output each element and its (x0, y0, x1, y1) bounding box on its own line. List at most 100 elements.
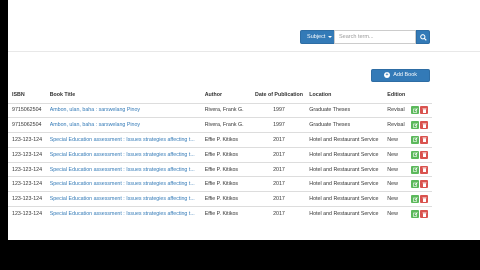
cell-date: 2017 (250, 176, 308, 192)
book-title-link[interactable]: Special Education assessment : Issues st… (50, 181, 201, 187)
add-book-button[interactable]: + Add Book (371, 69, 430, 82)
book-title-link[interactable]: Ambon, ulan, baha : sarswelang Pinoy (50, 122, 201, 128)
cell-actions (409, 146, 432, 163)
book-title-link[interactable]: Special Education assessment : Issues st… (50, 211, 201, 217)
caret-down-icon (327, 35, 332, 38)
cell-isbn: 123-123-124 (8, 161, 48, 177)
book-title-link[interactable]: Special Education assessment : Issues st… (50, 137, 201, 143)
delete-button[interactable] (420, 210, 429, 219)
cell-location: Hotel and Restaurant Service (307, 176, 386, 192)
cell-edition: New (385, 146, 410, 163)
book-title-link[interactable]: Special Education assessment : Issues st… (50, 152, 201, 158)
cell-title: Special Education assessment : Issues st… (47, 146, 203, 163)
edit-icon (412, 211, 418, 217)
cell-location: Hotel and Restaurant Service (307, 191, 386, 207)
cell-actions (409, 117, 432, 133)
table-row: 9715062504 Ambon, ulan, baha : sarswelang… (8, 102, 432, 118)
column-header-isbn: ISBN (8, 88, 48, 104)
delete-button[interactable] (420, 165, 429, 174)
cell-author: Effie P. Kitikos (202, 161, 251, 177)
trash-icon (422, 197, 427, 202)
edit-button[interactable] (411, 150, 420, 159)
delete-button[interactable] (420, 121, 429, 130)
table-row: 123-123-124 Special Education assessment … (8, 191, 432, 207)
cell-actions (409, 176, 432, 192)
cell-title: Special Education assessment : Issues st… (47, 132, 203, 148)
delete-button[interactable] (420, 150, 429, 159)
edit-button[interactable] (411, 180, 420, 189)
delete-button[interactable] (420, 106, 429, 115)
edit-button[interactable] (411, 165, 420, 174)
delete-button[interactable] (420, 195, 429, 204)
cell-edition: New (385, 206, 410, 222)
page: Subject + Add Book ISBN Book Title Autho… (8, 0, 480, 270)
trash-icon (422, 152, 427, 158)
cell-edition: Revisal (385, 102, 410, 118)
book-title-link[interactable]: Ambon, ulan, baha : sarswelang Pinoy (50, 107, 201, 113)
delete-button[interactable] (420, 180, 429, 189)
search-button[interactable] (416, 30, 430, 44)
cell-isbn: 123-123-124 (8, 206, 48, 222)
cell-edition: New (385, 132, 410, 148)
cell-author: Rivera, Frank G. (202, 102, 251, 118)
cell-title: Special Education assessment : Issues st… (47, 176, 203, 192)
cell-title: Special Education assessment : Issues st… (47, 206, 203, 222)
column-header-title: Book Title (47, 88, 203, 104)
edit-icon (412, 196, 418, 202)
search-input[interactable] (334, 30, 416, 44)
cell-isbn: 123-123-124 (8, 191, 48, 207)
cell-location: Graduate Theses (307, 102, 386, 118)
location-text: Graduate Theses (309, 107, 351, 114)
cell-actions (409, 191, 432, 207)
cell-location: Graduate Theses (307, 117, 386, 133)
edit-icon (412, 182, 418, 187)
cell-location: Hotel and Restaurant Service (307, 206, 386, 222)
cell-author: Effie P. Kitikos (202, 132, 251, 148)
cell-edition: New (385, 191, 410, 207)
author-text: Effie P. Kitikos (204, 196, 239, 203)
author-text: Effie P. Kitikos (204, 166, 239, 173)
cell-author: Effie P. Kitikos (202, 176, 251, 192)
main-content: Subject + Add Book ISBN Book Title Autho… (8, 0, 480, 240)
search-bar: Subject (8, 0, 480, 52)
column-header-edition: Edition (385, 88, 410, 104)
cell-author: Effie P. Kitikos (202, 206, 251, 222)
trash-icon (422, 108, 427, 113)
cell-date: 2017 (250, 206, 308, 222)
table-row: 123-123-124 Special Education assessment … (8, 146, 432, 163)
table-row: 123-123-124 Special Education assessment … (8, 176, 432, 192)
location-text: Hotel and Restaurant Service (309, 196, 379, 203)
delete-button[interactable] (420, 135, 429, 144)
edit-button[interactable] (411, 210, 420, 219)
cell-edition: Revisal (385, 117, 410, 133)
book-title-link[interactable]: Special Education assessment : Issues st… (50, 196, 201, 202)
cell-location: Hotel and Restaurant Service (307, 161, 386, 177)
cell-edition: New (385, 161, 410, 177)
author-text: Rivera, Frank G. (204, 107, 244, 114)
table-row: 123-123-124 Special Education assessment … (8, 206, 432, 222)
cell-date: 2017 (250, 191, 308, 207)
cell-title: Special Education assessment : Issues st… (47, 161, 203, 177)
table-row: 9715062504 Ambon, ulan, baha : sarswelang… (8, 117, 432, 133)
edit-button[interactable] (411, 195, 420, 204)
trash-icon (422, 212, 427, 217)
cell-date: 2017 (250, 132, 308, 148)
cell-actions (409, 161, 432, 177)
edit-button[interactable] (411, 106, 420, 115)
book-title-link[interactable]: Special Education assessment : Issues st… (50, 167, 201, 173)
edit-icon (412, 137, 418, 143)
location-text: Hotel and Restaurant Service (309, 166, 379, 173)
cell-date: 1997 (250, 117, 308, 133)
column-header-actions (409, 88, 432, 104)
edit-button[interactable] (411, 135, 420, 144)
books-table: ISBN Book Title Author Date of Publicati… (8, 88, 432, 222)
edit-button[interactable] (411, 121, 420, 130)
edit-icon (412, 167, 418, 172)
location-text: Hotel and Restaurant Service (309, 151, 379, 158)
trash-icon (422, 182, 427, 187)
author-text: Effie P. Kitikos (204, 181, 239, 188)
cell-author: Rivera, Frank G. (202, 117, 251, 133)
author-text: Effie P. Kitikos (204, 211, 239, 218)
trash-icon (422, 167, 427, 173)
location-text: Hotel and Restaurant Service (309, 136, 379, 143)
